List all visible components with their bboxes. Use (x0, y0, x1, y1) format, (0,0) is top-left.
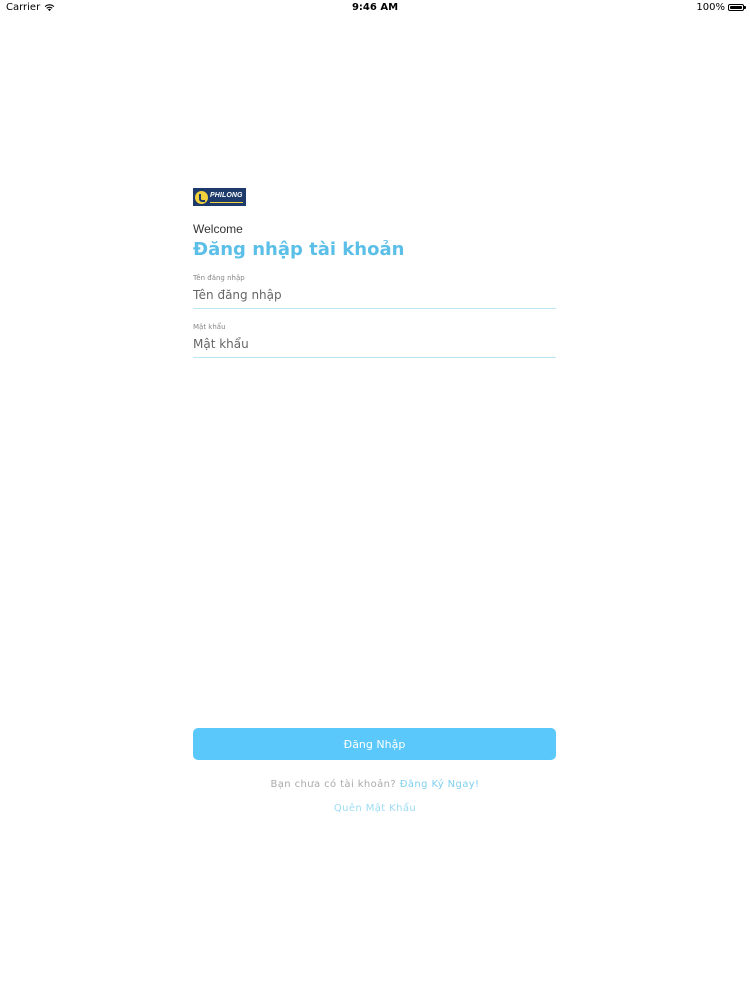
signup-prompt: Bạn chưa có tài khoản? (270, 779, 397, 790)
login-screen: Carrier 9:46 AM 100% PHILONG Welcome Đăn… (0, 0, 750, 1000)
password-label: Mật khẩu (193, 323, 226, 331)
username-input[interactable] (193, 288, 556, 308)
philong-logo: PHILONG (193, 188, 246, 206)
logo-stripe (210, 202, 243, 203)
password-field: Mật khẩu (193, 323, 556, 358)
login-button[interactable]: Đăng Nhập (193, 728, 556, 760)
philong-logo-mark-icon (195, 190, 208, 204)
status-bar: Carrier 9:46 AM 100% (0, 0, 750, 16)
username-field: Tên đăng nhập (193, 274, 556, 309)
battery-indicator: 100% (696, 2, 746, 13)
username-label: Tên đăng nhập (193, 274, 245, 282)
battery-icon (728, 4, 746, 11)
forgot-password-link[interactable]: Quên Mật Khẩu (0, 803, 750, 814)
signup-link[interactable]: Đăng Ký Ngay! (400, 779, 480, 790)
welcome-text: Welcome (193, 222, 243, 236)
signup-prompt-line: Bạn chưa có tài khoản? Đăng Ký Ngay! (0, 779, 750, 790)
status-clock: 9:46 AM (351, 2, 399, 13)
page-title: Đăng nhập tài khoản (193, 239, 405, 260)
battery-percent: 100% (696, 2, 725, 13)
password-input[interactable] (193, 337, 556, 357)
logo-text: PHILONG (210, 192, 243, 199)
